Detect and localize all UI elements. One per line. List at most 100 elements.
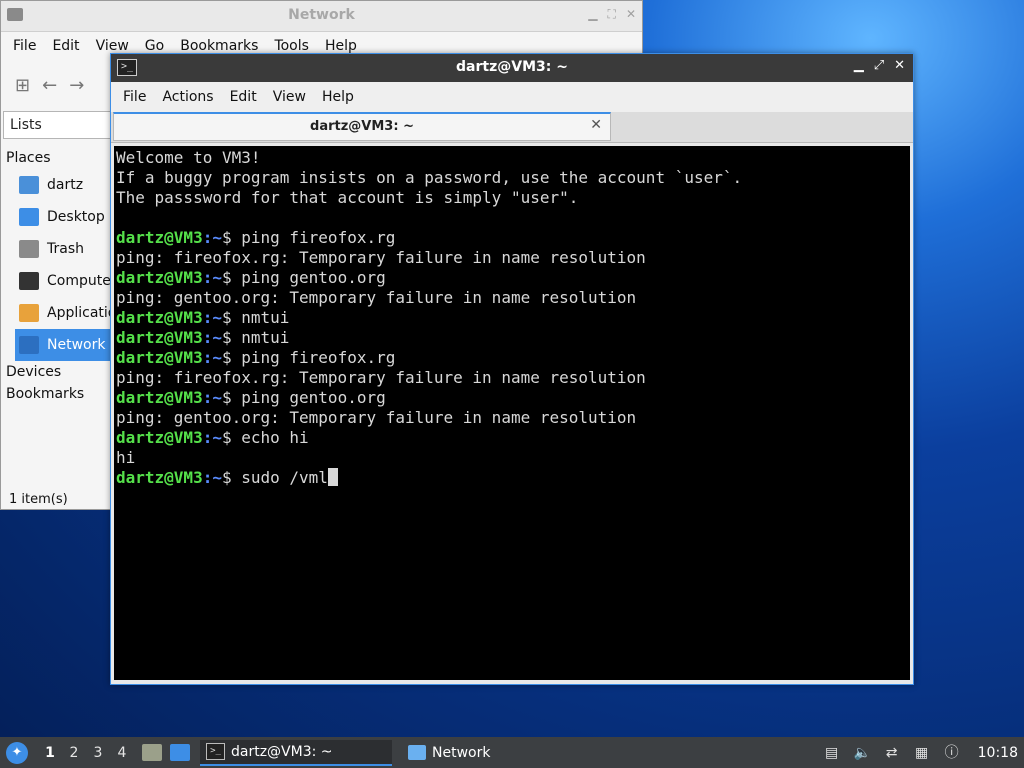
terminal-output-line: ping: gentoo.org: Temporary failure in n… (116, 288, 637, 307)
menu-bookmarks[interactable]: Bookmarks (172, 38, 266, 54)
task-terminal-label: dartz@VM3: ~ (231, 743, 333, 760)
terminal-command-line: dartz@VM3:~$ ping fireofox.rg (116, 228, 908, 248)
prompt-symbol: $ (221, 308, 242, 327)
close-icon[interactable]: ✕ (626, 7, 636, 22)
bookmarks-heading[interactable]: Bookmarks (1, 383, 113, 405)
prompt-symbol: $ (221, 328, 242, 347)
back-icon[interactable]: ← (42, 75, 57, 96)
workspace-1[interactable]: 1 (38, 745, 62, 761)
menu-help[interactable]: Help (314, 89, 362, 105)
prompt-symbol: $ (221, 428, 242, 447)
terminal-titlebar[interactable]: >_ dartz@VM3: ~ ▁ ⤢ ✕ (111, 54, 913, 82)
workspace-2[interactable]: 2 (62, 745, 86, 761)
terminal-command-line: dartz@VM3:~$ nmtui (116, 308, 908, 328)
close-icon[interactable]: ✕ (894, 58, 905, 73)
command-text: ping gentoo.org (241, 268, 386, 287)
show-desktop-icon[interactable] (170, 744, 190, 761)
workspace-4[interactable]: 4 (110, 745, 134, 761)
terminal-command-line: dartz@VM3:~$ nmtui (116, 328, 908, 348)
terminal-tabbar: dartz@VM3: ~ ✕ (111, 112, 913, 143)
clock[interactable]: 10:18 (978, 745, 1018, 761)
prompt-symbol: $ (221, 268, 242, 287)
file-manager-title: Network (288, 7, 355, 23)
menu-tools[interactable]: Tools (266, 38, 317, 54)
terminal-command-line: dartz@VM3:~$ sudo /vml (116, 468, 908, 488)
command-text: sudo /vml (241, 468, 328, 487)
prompt-user-host: dartz@VM3 (116, 268, 203, 287)
maximize-icon[interactable]: ⤢ (874, 58, 884, 73)
file-manager-launcher-icon[interactable] (142, 744, 162, 761)
sidebar-item-network[interactable]: Network (15, 329, 113, 361)
minimize-icon[interactable]: ▁ (854, 58, 864, 73)
prompt-user-host: dartz@VM3 (116, 468, 203, 487)
notes-icon[interactable]: ▦ (914, 745, 930, 761)
prompt-user-host: dartz@VM3 (116, 328, 203, 347)
menu-file[interactable]: File (5, 38, 44, 54)
prompt-user-host: dartz@VM3 (116, 428, 203, 447)
menu-view[interactable]: View (88, 38, 137, 54)
tab-close-icon[interactable]: ✕ (590, 117, 602, 133)
prompt-path: :~ (202, 228, 222, 247)
terminal-output-line: ping: fireofox.rg: Temporary failure in … (116, 248, 646, 267)
prompt-symbol: $ (221, 228, 242, 247)
command-text: ping fireofox.rg (241, 348, 396, 367)
task-network-label: Network (432, 744, 491, 761)
taskbar: ✦ 1 2 3 4 >_ dartz@VM3: ~ Network ▤ 🔈 ⇄ … (0, 737, 1024, 768)
menu-edit[interactable]: Edit (44, 38, 87, 54)
menu-actions[interactable]: Actions (154, 89, 221, 105)
devices-heading[interactable]: Devices (1, 361, 113, 383)
prompt-symbol: $ (221, 388, 242, 407)
text-cursor (327, 468, 338, 486)
desktop-icon (19, 208, 39, 226)
terminal-title: dartz@VM3: ~ (456, 59, 568, 75)
volume-icon[interactable]: 🔈 (854, 745, 871, 761)
folder-icon (408, 745, 426, 760)
new-tab-icon[interactable]: ⊞ (15, 75, 30, 96)
clipboard-icon[interactable]: ▤ (824, 745, 840, 761)
minimize-icon[interactable]: ▁ (588, 7, 597, 22)
terminal-output[interactable]: Welcome to VM3! If a buggy program insist… (114, 146, 910, 680)
prompt-symbol: $ (221, 468, 242, 487)
terminal-command-line: dartz@VM3:~$ ping gentoo.org (116, 268, 908, 288)
system-tray: ▤ 🔈 ⇄ ▦ ⓘ 10:18 (824, 737, 1024, 768)
menu-go[interactable]: Go (137, 38, 172, 54)
menu-help[interactable]: Help (317, 38, 365, 54)
sidebar-item-applications[interactable]: Applications (1, 297, 113, 329)
maximize-icon[interactable]: ⛶ (608, 7, 616, 22)
menu-view[interactable]: View (265, 89, 314, 105)
terminal-output-line: hi (116, 448, 136, 467)
terminal-menubar: File Actions Edit View Help (111, 82, 913, 112)
menu-edit[interactable]: Edit (222, 89, 265, 105)
sidebar-item-desktop[interactable]: Desktop (1, 201, 113, 233)
terminal-output-line: Welcome to VM3! (116, 148, 261, 167)
menu-file[interactable]: File (115, 89, 154, 105)
terminal-tab[interactable]: dartz@VM3: ~ ✕ (113, 112, 611, 141)
computer-icon (19, 272, 39, 290)
app-menu-icon[interactable]: ✦ (6, 741, 28, 764)
prompt-user-host: dartz@VM3 (116, 308, 203, 327)
network-status-icon[interactable]: ⇄ (884, 745, 900, 761)
sidebar-item-trash[interactable]: Trash (1, 233, 113, 265)
terminal-window[interactable]: >_ dartz@VM3: ~ ▁ ⤢ ✕ File Actions Edit … (110, 53, 914, 685)
terminal-tab-label: dartz@VM3: ~ (310, 119, 414, 134)
task-terminal[interactable]: >_ dartz@VM3: ~ (200, 739, 392, 766)
terminal-command-line: dartz@VM3:~$ ping fireofox.rg (116, 348, 908, 368)
task-network[interactable]: Network (402, 740, 496, 766)
file-manager-titlebar[interactable]: Network ▁ ⛶ ✕ (1, 1, 642, 32)
workspace-3[interactable]: 3 (86, 745, 110, 761)
prompt-path: :~ (202, 328, 222, 347)
prompt-user-host: dartz@VM3 (116, 228, 203, 247)
command-text: echo hi (241, 428, 309, 447)
network-icon (19, 336, 39, 354)
terminal-output-line: ping: gentoo.org: Temporary failure in n… (116, 408, 637, 427)
sidebar-item-dartz[interactable]: dartz (1, 169, 113, 201)
forward-icon[interactable]: → (69, 75, 84, 96)
home-folder-icon (19, 176, 39, 194)
prompt-path: :~ (202, 308, 222, 327)
terminal-icon: >_ (206, 743, 225, 760)
update-notifier-icon[interactable]: ⓘ (944, 745, 960, 761)
places-heading: Places (6, 150, 51, 166)
sidebar-item-computer[interactable]: Computer (1, 265, 113, 297)
side-pane-mode-select[interactable]: Lists (3, 111, 113, 139)
